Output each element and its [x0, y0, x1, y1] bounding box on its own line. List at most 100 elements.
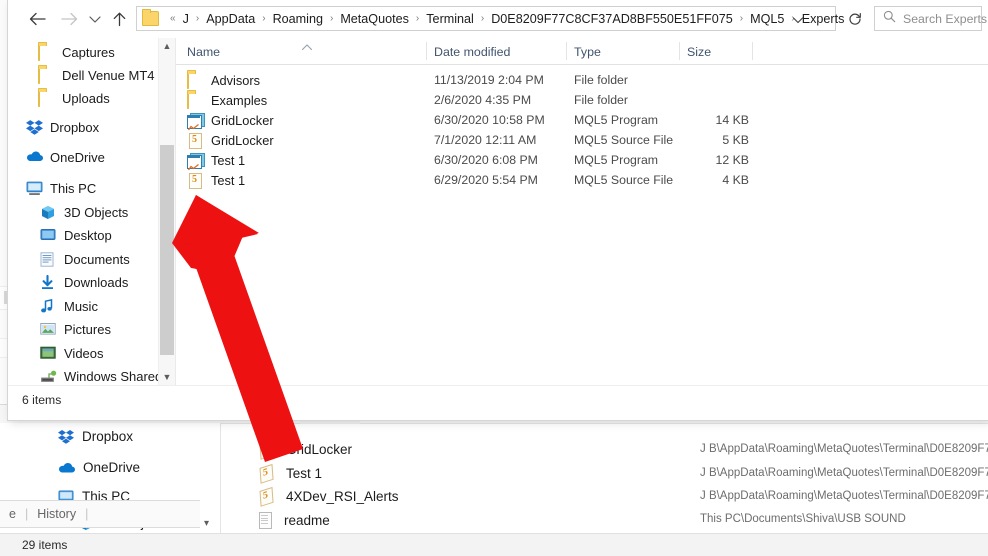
file-name: Test 1 [211, 172, 246, 188]
search-placeholder: Search Experts [903, 11, 988, 26]
column-header-type[interactable]: Type [574, 45, 601, 59]
bg-result-row-3[interactable]: 5 4XDev_RSI_Alerts [258, 486, 399, 507]
bg-sidebar-label: OneDrive [83, 460, 141, 475]
mql5-source-icon: 5 [257, 439, 274, 460]
folder-icon [142, 9, 159, 26]
search-input[interactable]: Search Experts [874, 6, 987, 31]
breadcrumb-experts[interactable]: Experts [800, 12, 847, 26]
column-header-size[interactable]: Size [687, 45, 711, 59]
navigation-pane-scrollbar[interactable]: ▲ ▼ [158, 38, 175, 385]
bg-result-row-1[interactable]: 5 GridLocker [257, 439, 352, 460]
sidebar-item-desktop[interactable]: Desktop [40, 225, 174, 246]
breadcrumb-j[interactable]: J [181, 12, 191, 26]
file-name-cell[interactable]: Test 1 [187, 150, 245, 170]
tab-partial[interactable]: e [0, 507, 25, 521]
table-row[interactable]: Test 1 6/30/2020 6:08 PM MQL5 Program 12… [176, 150, 988, 170]
breadcrumb-sep[interactable]: › [257, 13, 270, 24]
file-date-cell: 6/29/2020 5:54 PM [434, 173, 538, 187]
address-dropdown-chevron-down-icon[interactable] [791, 13, 805, 25]
breadcrumb-sep[interactable]: › [325, 13, 338, 24]
file-date-cell: 6/30/2020 6:08 PM [434, 153, 538, 167]
breadcrumb-sep[interactable]: › [476, 13, 489, 24]
column-header-name[interactable]: Name [187, 45, 220, 59]
bg-result-name: Test 1 [286, 466, 323, 481]
breadcrumb-terminal-id[interactable]: D0E8209F77C8CF37AD8BF550E51FF075 [489, 12, 735, 26]
file-name-cell[interactable]: 5 Test 1 [187, 170, 245, 190]
sidebar-item-videos[interactable]: Videos [40, 343, 174, 364]
sidebar-item-captures[interactable]: Captures [38, 42, 174, 63]
sidebar-item-dropbox[interactable]: Dropbox [26, 117, 174, 138]
sidebar-item-3d-objects[interactable]: 3D Objects [40, 202, 174, 223]
scroll-down-icon[interactable]: ▾ [204, 518, 209, 529]
file-name-cell[interactable]: GridLocker [187, 110, 274, 130]
breadcrumb-metaquotes[interactable]: MetaQuotes [338, 12, 411, 26]
bg-sidebar-item-dropbox[interactable]: Dropbox [58, 429, 133, 444]
bg-result-path-4: This PC\Documents\Shiva\USB SOUND [700, 513, 906, 525]
breadcrumb-roaming[interactable]: Roaming [271, 12, 325, 26]
sidebar-item-dell-venue-mt4[interactable]: Dell Venue MT4 [38, 65, 174, 86]
bg-result-row-4[interactable]: readme [258, 512, 330, 529]
file-name: Test 1 [211, 152, 246, 168]
sidebar-item-pictures[interactable]: Pictures [40, 319, 174, 340]
table-row[interactable]: 5 Test 1 6/29/2020 5:54 PM MQL5 Source F… [176, 170, 988, 190]
sidebar-item-documents[interactable]: Documents [40, 249, 174, 270]
folder-icon [187, 91, 203, 109]
sidebar-item-label: This PC [50, 181, 97, 196]
3d-objects-icon [40, 205, 57, 221]
sidebar-item-windows-shared[interactable]: Windows Shared [40, 366, 174, 385]
mql5-source-icon: 5 [187, 172, 203, 189]
table-row[interactable]: Examples 2/6/2020 4:35 PM File folder [176, 90, 988, 110]
dropbox-icon [58, 429, 74, 444]
file-size-cell: 14 KB [715, 113, 750, 127]
sidebar-item-label: Videos [64, 346, 104, 361]
column-divider-3[interactable] [679, 42, 680, 60]
scrollbar-thumb[interactable] [160, 145, 174, 355]
folder-icon [187, 71, 203, 89]
breadcrumb-sep[interactable]: › [411, 13, 424, 24]
this-pc-icon [26, 181, 43, 197]
bg-result-row-2[interactable]: 5 Test 1 [258, 463, 323, 484]
refresh-icon[interactable] [844, 8, 866, 30]
scroll-up-icon[interactable]: ▲ [159, 38, 175, 54]
file-type-cell: MQL5 Program [574, 153, 659, 167]
up-arrow-icon[interactable] [108, 8, 130, 30]
dropbox-icon [26, 119, 43, 136]
bg-sidebar-item-onedrive[interactable]: OneDrive [58, 460, 140, 475]
table-row[interactable]: GridLocker 6/30/2020 10:58 PM MQL5 Progr… [176, 110, 988, 130]
sidebar-item-label: Captures [62, 45, 115, 60]
breadcrumb-appdata[interactable]: AppData [204, 12, 257, 26]
breadcrumb-sep[interactable]: › [735, 13, 748, 24]
breadcrumb-mql5[interactable]: MQL5 [748, 12, 786, 26]
column-divider-1[interactable] [426, 42, 427, 60]
recent-locations-chevron-down-icon[interactable] [84, 8, 106, 30]
table-row[interactable]: Advisors 11/13/2019 2:04 PM File folder [176, 70, 988, 90]
file-date-cell: 6/30/2020 10:58 PM [434, 113, 545, 127]
file-size-cell: 5 KB [722, 133, 749, 147]
address-bar[interactable]: « J › AppData › Roaming › MetaQuotes › T… [136, 6, 844, 31]
file-list-area: Name Date modified Type Size Advisors 11… [175, 38, 988, 385]
column-divider-4[interactable] [752, 42, 753, 60]
column-header-date-modified[interactable]: Date modified [434, 45, 510, 59]
file-type-cell: File folder [574, 93, 628, 107]
sidebar-item-onedrive[interactable]: OneDrive [26, 147, 174, 168]
sidebar-item-music[interactable]: Music [40, 296, 174, 317]
column-divider-2[interactable] [566, 42, 567, 60]
file-name: Advisors [211, 72, 261, 88]
music-icon [40, 298, 57, 315]
file-name-cell[interactable]: 5 GridLocker [187, 130, 274, 150]
file-name-cell[interactable]: Examples [187, 90, 267, 110]
tab-history[interactable]: History [28, 507, 85, 521]
file-name: GridLocker [211, 132, 274, 148]
breadcrumb-overflow[interactable]: « [165, 13, 181, 24]
background-history-toolbar: e | History | [0, 500, 200, 528]
file-name-cell[interactable]: Advisors [187, 70, 260, 90]
sidebar-item-downloads[interactable]: Downloads [40, 272, 174, 293]
table-row[interactable]: 5 GridLocker 7/1/2020 12:11 AM MQL5 Sour… [176, 130, 988, 150]
background-explorer-window [0, 404, 988, 556]
scroll-down-icon[interactable]: ▼ [159, 369, 175, 385]
back-arrow-icon[interactable] [26, 8, 48, 30]
sidebar-item-uploads[interactable]: Uploads [38, 88, 174, 109]
sidebar-item-this-pc[interactable]: This PC [26, 178, 174, 199]
breadcrumb-terminal[interactable]: Terminal [424, 12, 476, 26]
breadcrumb-sep[interactable]: › [191, 13, 204, 24]
